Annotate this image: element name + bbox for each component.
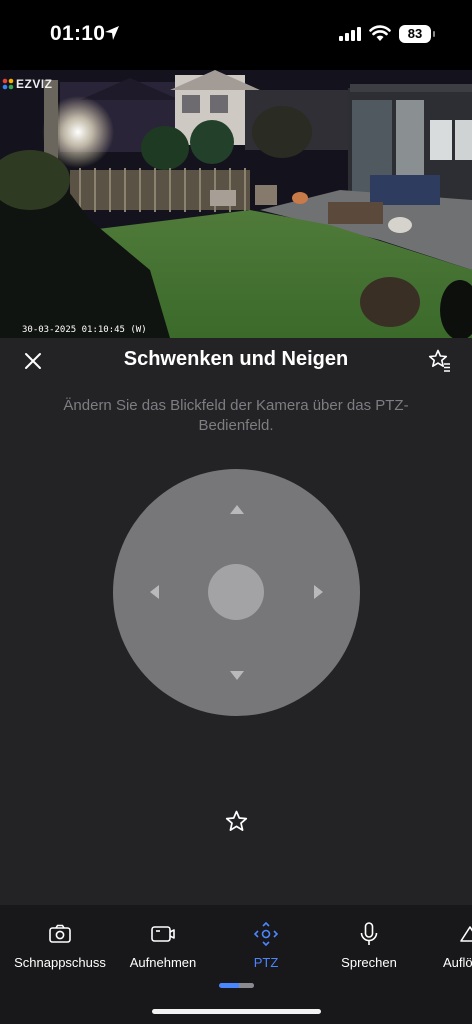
panel-hint-text: Ändern Sie das Blickfeld der Kamera über… [63, 397, 409, 434]
cellular-signal-icon [339, 27, 361, 41]
camera-icon [49, 924, 71, 943]
ptz-joystick-pad[interactable] [113, 469, 360, 716]
location-arrow-icon [105, 26, 119, 40]
battery-indicator: 83 [399, 25, 431, 43]
joystick-knob[interactable] [208, 564, 264, 620]
pan-right-arrow-icon[interactable] [314, 585, 323, 599]
pan-up-arrow-icon[interactable] [230, 505, 244, 514]
resolution-icon [460, 926, 472, 942]
camera-brand-label: EZVIZ [16, 77, 53, 91]
battery-nub [433, 31, 435, 37]
camera-scene-image [0, 70, 472, 338]
toolbar-label: Auflö [443, 955, 472, 970]
toolbar-record-button[interactable]: Aufnehmen [108, 921, 218, 970]
microphone-icon [360, 922, 378, 945]
bottom-toolbar: Schnappschuss Aufnehmen PTZ Sprechen Auf… [0, 905, 472, 1024]
toolbar-label: Aufnehmen [129, 955, 197, 970]
toolbar-label: PTZ [253, 955, 279, 970]
camera-live-view[interactable]: EZVIZ 30-03-2025 01:10:45 (W) [0, 70, 472, 338]
toolbar-label: Schnappschuss [14, 955, 106, 970]
status-bar: 01:10 83 [0, 0, 472, 70]
toolbar-snapshot-button[interactable]: Schnappschuss [5, 921, 115, 970]
ezviz-logo-icon [2, 78, 14, 90]
pan-left-arrow-icon[interactable] [150, 585, 159, 599]
toolbar-resolution-button[interactable]: Auflö [417, 921, 472, 970]
video-icon [151, 926, 175, 942]
preset-settings-star-icon[interactable] [427, 348, 451, 372]
toolbar-talk-button[interactable]: Sprechen [314, 921, 424, 970]
home-indicator[interactable] [152, 1009, 321, 1014]
toolbar-page-indicator [219, 983, 254, 988]
ptz-icon [253, 921, 279, 947]
toolbar-ptz-button[interactable]: PTZ [211, 921, 321, 970]
camera-timestamp: 30-03-2025 01:10:45 (W) [22, 325, 147, 335]
toolbar-label: Sprechen [341, 955, 397, 970]
favorite-preset-star-icon[interactable] [223, 809, 250, 836]
status-time: 01:10 [50, 22, 106, 45]
wifi-icon [369, 25, 391, 41]
panel-title: Schwenken und Neigen [123, 348, 349, 370]
pan-down-arrow-icon[interactable] [230, 671, 244, 680]
